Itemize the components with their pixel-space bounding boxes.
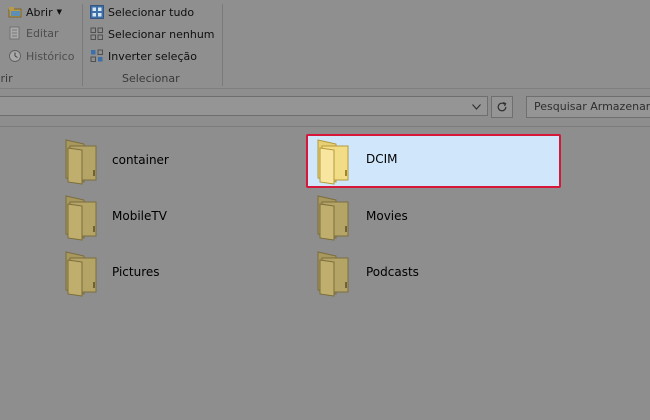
folder-icon [317, 251, 349, 297]
invert-selection-label: Inverter seleção [108, 49, 197, 63]
folder-item-pictures[interactable]: Pictures [56, 248, 296, 298]
select-all-label: Selecionar tudo [108, 5, 195, 19]
select-none-button[interactable]: Selecionar nenhum [90, 25, 215, 43]
folder-icon [317, 195, 349, 241]
chevron-down-icon [471, 104, 481, 110]
history-icon [9, 50, 21, 62]
ribbon: Abrir ▼ Editar Histórico Abrir [0, 0, 650, 89]
select-all-icon [90, 5, 104, 19]
folder-item-movies[interactable]: Movies [308, 192, 558, 242]
refresh-button[interactable] [491, 96, 513, 118]
folder-item-dcim[interactable]: DCIM [306, 134, 561, 188]
folder-item-container[interactable]: container [56, 136, 296, 186]
edit-label: Editar [26, 26, 59, 40]
open-group-label: Abrir [0, 72, 13, 85]
folder-item-podcasts[interactable]: Podcasts [308, 248, 558, 298]
history-label: Histórico [26, 49, 75, 63]
select-none-label: Selecionar nenhum [108, 27, 215, 41]
folder-name: Podcasts [366, 265, 419, 279]
ribbon-separator [222, 4, 223, 86]
ribbon-separator [82, 4, 83, 86]
search-input[interactable]: Pesquisar Armazenamento [526, 96, 650, 118]
folder-name: container [112, 153, 169, 167]
folder-icon [65, 251, 97, 297]
open-button[interactable]: Abrir ▼ [8, 3, 62, 21]
select-none-icon [90, 27, 103, 40]
folder-name: DCIM [366, 152, 398, 166]
folder-icon [65, 195, 97, 241]
open-label: Abrir [26, 5, 53, 19]
chevron-down-icon: ▼ [56, 8, 62, 16]
history-button[interactable]: Histórico [8, 47, 74, 65]
invert-selection-icon [90, 49, 103, 62]
select-group: Selecionar tudo Selecionar nenhum Invert… [84, 0, 224, 88]
open-icon [8, 7, 22, 18]
select-group-label: Selecionar [122, 72, 180, 85]
folder-name: MobileTV [112, 209, 167, 223]
select-all-button[interactable]: Selecionar tudo [90, 3, 194, 21]
folder-name: Movies [366, 209, 408, 223]
refresh-icon [497, 102, 507, 112]
folder-icon [65, 139, 97, 185]
address-dropdown-button[interactable] [466, 97, 486, 117]
edit-icon [9, 26, 20, 40]
invert-selection-button[interactable]: Inverter seleção [90, 47, 197, 65]
folder-item-mobiletv[interactable]: MobileTV [56, 192, 296, 242]
address-bar[interactable] [0, 96, 488, 116]
search-placeholder: Pesquisar Armazenamento [534, 100, 650, 113]
edit-button[interactable]: Editar [8, 24, 59, 42]
folder-name: Pictures [112, 265, 160, 279]
folder-icon [317, 139, 349, 185]
content-divider [0, 126, 650, 127]
open-group: Abrir ▼ Editar Histórico Abrir [0, 0, 82, 88]
